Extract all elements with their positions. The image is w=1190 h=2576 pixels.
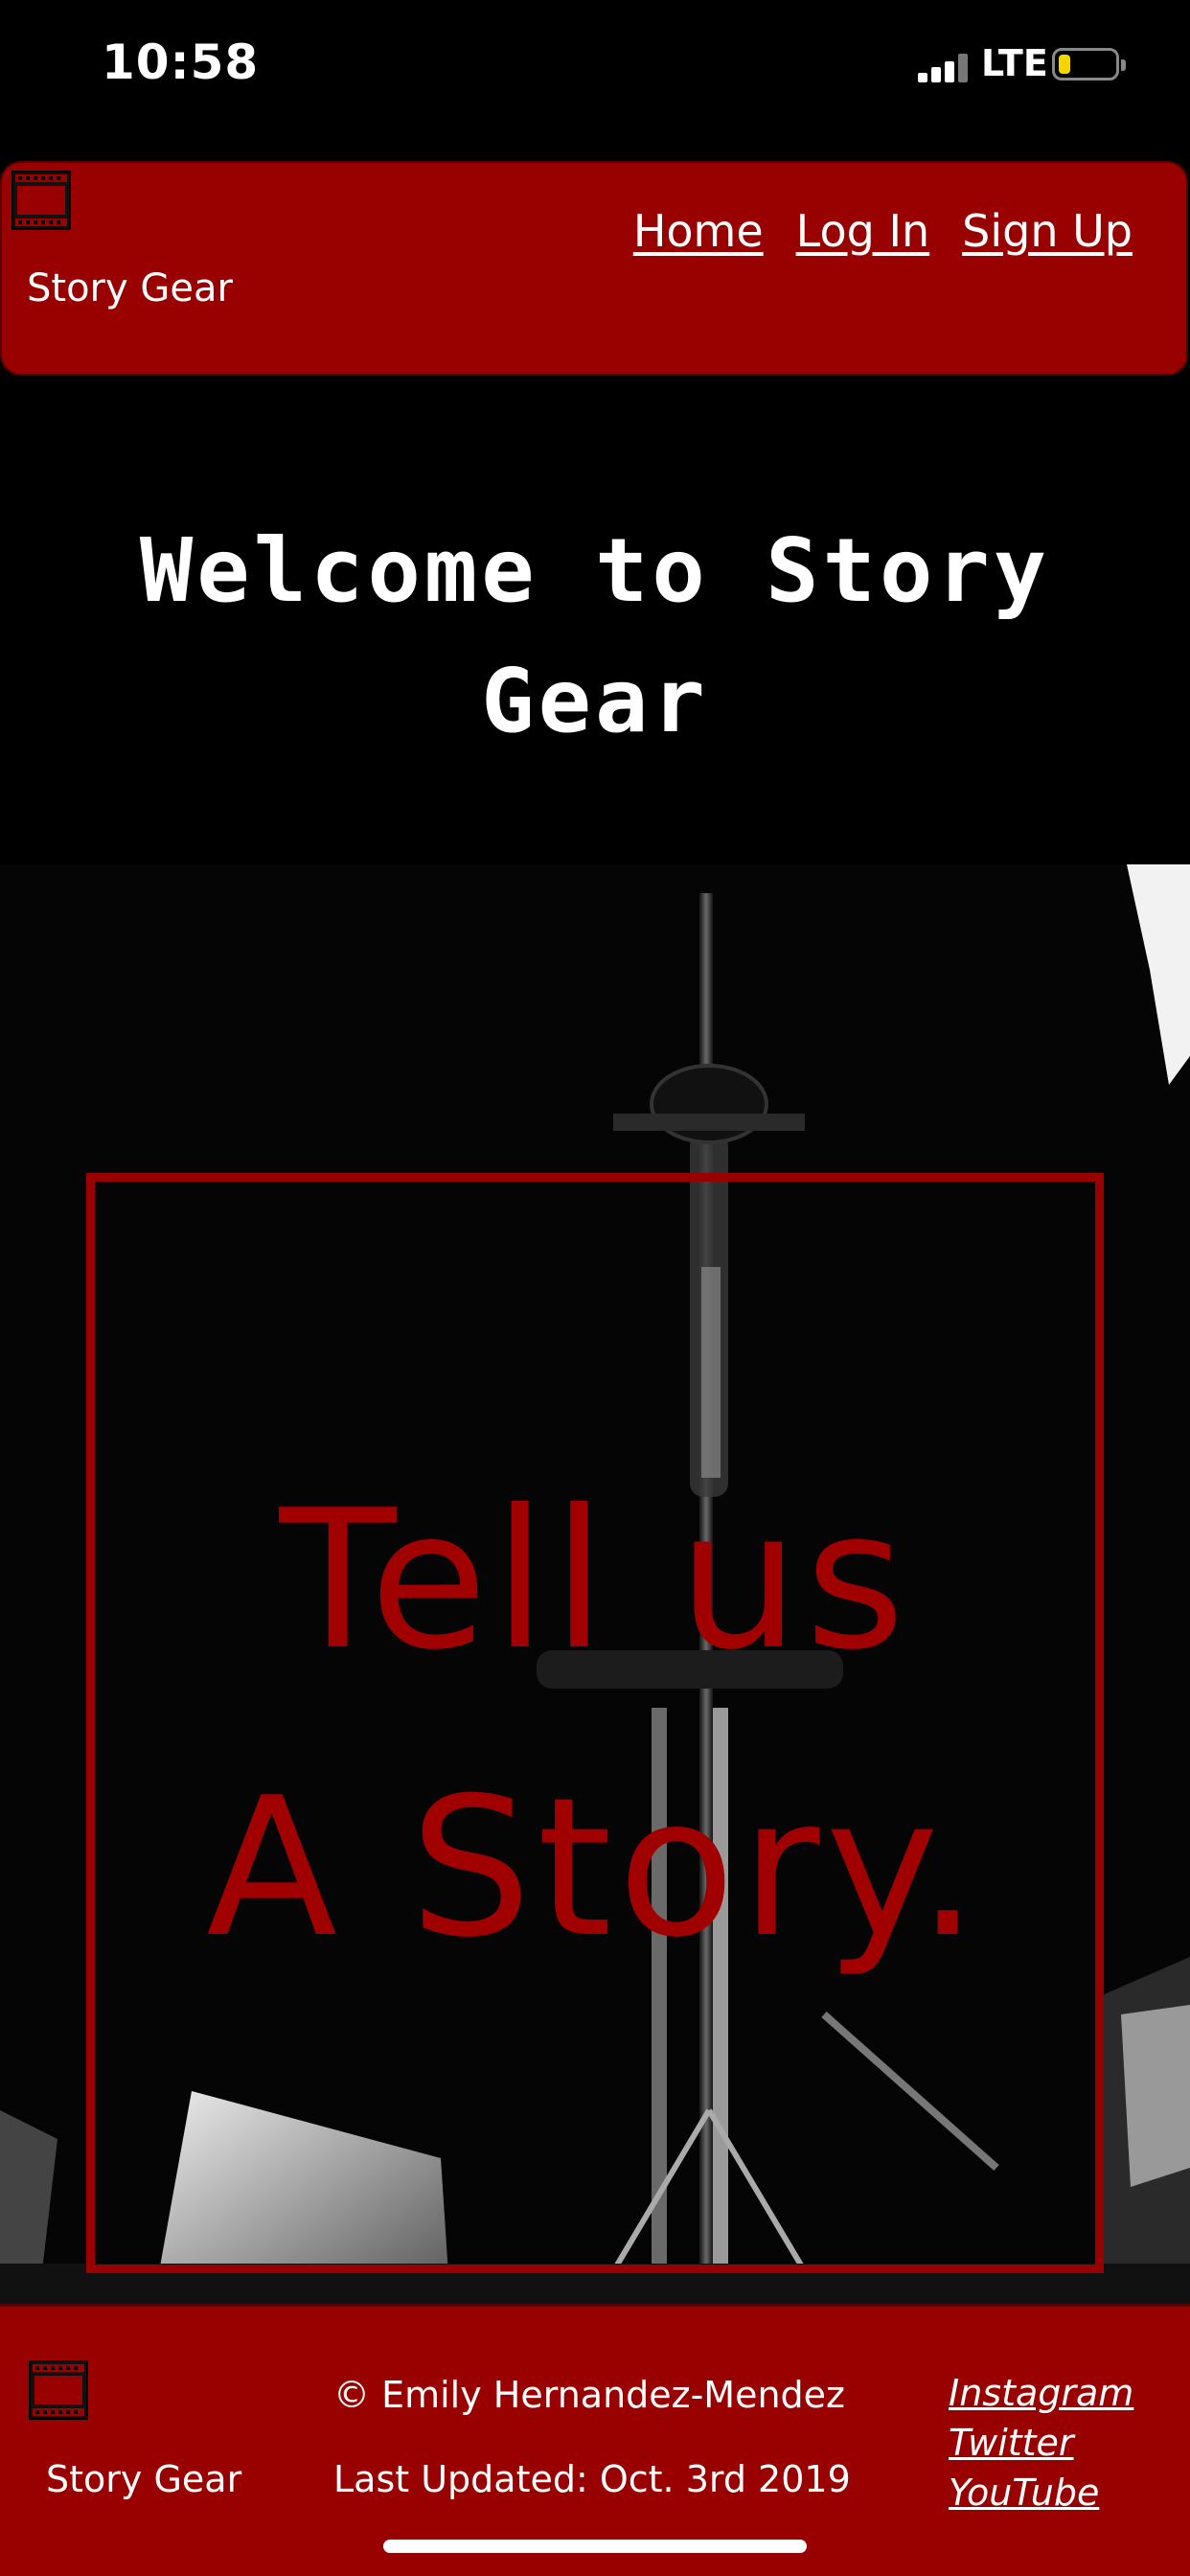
brand-name[interactable]: Story Gear [27, 266, 233, 310]
social-links: Instagram Twitter YouTube [949, 2370, 1133, 2516]
site-footer: Story Gear © Emily Hernandez-Mendez Last… [0, 2304, 1190, 2576]
copyright-text: © Emily Hernandez-Mendez [333, 2374, 846, 2416]
tagline-line-2: A Story. [206, 1757, 984, 1980]
home-indicator[interactable] [383, 2540, 807, 2553]
site-header: Story Gear Home Log In Sign Up [0, 161, 1188, 376]
signal-icon [918, 54, 972, 82]
status-time: 10:58 [102, 34, 260, 90]
youtube-link[interactable]: YouTube [949, 2470, 1133, 2516]
nav-login-link[interactable]: Log In [796, 205, 930, 257]
footer-brand-name[interactable]: Story Gear [46, 2458, 241, 2500]
battery-icon [1052, 48, 1126, 80]
instagram-link[interactable]: Instagram [949, 2370, 1133, 2416]
twitter-link[interactable]: Twitter [949, 2420, 1133, 2466]
nav-signup-link[interactable]: Sign Up [962, 205, 1133, 257]
hero-tagline[interactable]: Tell us A Story. [86, 1438, 1104, 2012]
tagline-line-1: Tell us [279, 1469, 911, 1692]
nav-home-link[interactable]: Home [633, 205, 764, 257]
page-title: Welcome to Story Gear [139, 519, 1051, 752]
main-nav: Home Log In Sign Up [633, 205, 1133, 257]
film-strip-icon[interactable] [29, 2360, 88, 2420]
film-strip-icon[interactable] [11, 171, 71, 230]
last-updated-text: Last Updated: Oct. 3rd 2019 [333, 2458, 851, 2500]
network-label: LTE [981, 42, 1048, 84]
status-bar: 10:58 LTE [0, 0, 1190, 134]
